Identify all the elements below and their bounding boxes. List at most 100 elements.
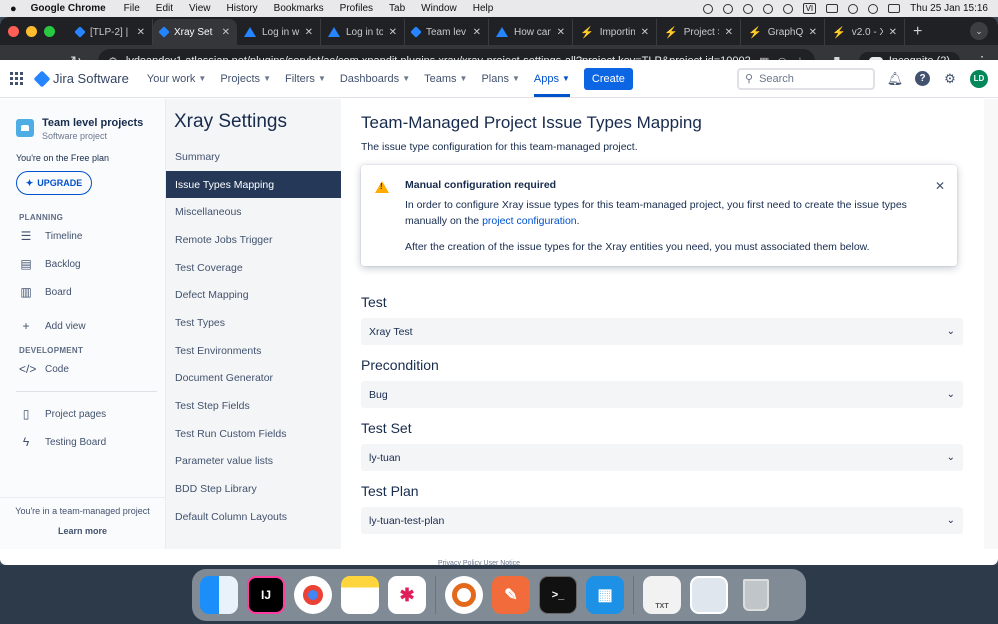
issue-type-select-test-set[interactable]: ly-tuan ⌄ xyxy=(361,444,963,471)
close-window-button[interactable] xyxy=(8,25,19,37)
help-icon[interactable]: ? xyxy=(915,71,930,86)
menu-file[interactable]: File xyxy=(124,3,140,14)
close-tab-icon[interactable]: ✕ xyxy=(725,27,733,38)
intellij-icon[interactable]: IJ xyxy=(247,576,285,614)
xray-nav-miscellaneous[interactable]: Miscellaneous xyxy=(166,198,341,226)
menu-edit[interactable]: Edit xyxy=(156,3,173,14)
nav-apps[interactable]: Apps ▼ xyxy=(533,73,570,97)
browser-tab[interactable]: How can ✕ xyxy=(489,19,573,45)
browser-tab-active[interactable]: Xray Set ✕ xyxy=(153,19,237,45)
browser-tab[interactable]: ⚡ Importin ✕ xyxy=(573,19,657,45)
fullscreen-window-button[interactable] xyxy=(44,25,55,37)
notes-icon[interactable] xyxy=(341,576,379,614)
remote-desktop-icon[interactable] xyxy=(445,576,483,614)
xray-nav-default-column-layouts[interactable]: Default Column Layouts xyxy=(166,503,341,531)
docker-icon[interactable]: ▦ xyxy=(586,576,624,614)
wifi-icon[interactable] xyxy=(848,3,859,14)
app-name-menu[interactable]: Google Chrome xyxy=(31,3,106,14)
create-button[interactable]: Create xyxy=(583,67,633,90)
close-tab-icon[interactable]: ✕ xyxy=(473,27,481,38)
settings-gear-icon[interactable]: ⚙ xyxy=(942,71,958,87)
xray-nav-defect-mapping[interactable]: Defect Mapping xyxy=(166,281,341,309)
close-tab-icon[interactable]: ✕ xyxy=(889,27,897,38)
sidebar-item-code[interactable]: </> Code xyxy=(19,355,165,383)
tab-search-chevron-icon[interactable]: ⌄ xyxy=(970,22,988,40)
sidebar-item-timeline[interactable]: ☰ Timeline xyxy=(19,222,165,250)
close-tab-icon[interactable]: ✕ xyxy=(389,27,397,38)
learn-more-link[interactable]: Learn more xyxy=(0,526,165,536)
issue-type-select-precondition[interactable]: Bug ⌄ xyxy=(361,381,963,408)
xray-nav-test-types[interactable]: Test Types xyxy=(166,309,341,337)
nav-dashboards[interactable]: Dashboards ▼ xyxy=(340,73,410,85)
battery-icon[interactable] xyxy=(826,4,839,13)
close-tab-icon[interactable]: ✕ xyxy=(222,27,230,38)
stats-status-icon[interactable] xyxy=(722,3,733,14)
input-source-indicator[interactable]: VI xyxy=(802,3,817,14)
upgrade-button[interactable]: ✦ UPGRADE xyxy=(16,171,92,195)
app-switcher-icon[interactable] xyxy=(10,71,24,86)
chrome-icon[interactable] xyxy=(294,576,332,614)
jira-logo[interactable]: Jira Software xyxy=(33,70,129,87)
menu-history[interactable]: History xyxy=(227,3,258,14)
screenshot-icon[interactable] xyxy=(690,576,728,614)
avatar[interactable]: LD xyxy=(970,69,988,88)
issue-type-select-test[interactable]: Xray Test ⌄ xyxy=(361,318,963,345)
sidebar-item-add-view[interactable]: + Add view xyxy=(19,312,165,340)
xray-nav-test-coverage[interactable]: Test Coverage xyxy=(166,254,341,282)
menu-view[interactable]: View xyxy=(189,3,211,14)
close-tab-icon[interactable]: ✕ xyxy=(137,27,145,38)
xray-nav-document-generator[interactable]: Document Generator xyxy=(166,365,341,393)
camera-status-icon[interactable] xyxy=(702,3,713,14)
browser-tab[interactable]: ⚡ Project S ✕ xyxy=(657,19,741,45)
xray-nav-issue-types-mapping[interactable]: Issue Types Mapping xyxy=(166,170,341,199)
terminal-icon[interactable]: >_ xyxy=(539,576,577,614)
new-tab-button[interactable]: + xyxy=(913,19,922,45)
headphones-status-icon[interactable] xyxy=(742,3,753,14)
close-tab-icon[interactable]: ✕ xyxy=(305,27,313,38)
onepassword-status-icon[interactable] xyxy=(782,3,793,14)
xray-nav-bdd-step-library[interactable]: BDD Step Library xyxy=(166,475,341,503)
finder-icon[interactable] xyxy=(200,576,238,614)
footer-links[interactable]: Privacy Policy User Notice xyxy=(341,549,984,567)
browser-tab[interactable]: Log in w ✕ xyxy=(237,19,321,45)
sidebar-item-backlog[interactable]: ▤ Backlog xyxy=(19,250,165,278)
trash-icon[interactable] xyxy=(737,576,775,614)
slack-icon[interactable]: ✱ xyxy=(388,576,426,614)
text-file-icon[interactable]: TXT xyxy=(643,576,681,614)
minimize-window-button[interactable] xyxy=(26,25,37,37)
sidebar-item-project-pages[interactable]: ▯ Project pages xyxy=(19,400,165,428)
nav-filters[interactable]: Filters ▼ xyxy=(285,73,326,85)
close-tab-icon[interactable]: ✕ xyxy=(641,27,649,38)
apple-menu-icon[interactable]: ● xyxy=(10,3,17,15)
xray-nav-parameter-value-lists[interactable]: Parameter value lists xyxy=(166,448,341,476)
menu-bookmarks[interactable]: Bookmarks xyxy=(274,3,324,14)
browser-tab[interactable]: Log in to ✕ xyxy=(321,19,405,45)
page-scrollbar[interactable] xyxy=(984,99,998,549)
nav-your-work[interactable]: Your work ▼ xyxy=(147,73,206,85)
control-center-icon[interactable] xyxy=(888,4,901,13)
xray-nav-remote-jobs-trigger[interactable]: Remote Jobs Trigger xyxy=(166,226,341,254)
issue-type-select-test-plan[interactable]: ly-tuan-test-plan ⌄ xyxy=(361,507,963,534)
nav-teams[interactable]: Teams ▼ xyxy=(424,73,467,85)
browser-tab[interactable]: [TLP-2] | ✕ xyxy=(69,19,153,45)
vpn-status-icon[interactable] xyxy=(762,3,773,14)
menu-window[interactable]: Window xyxy=(421,3,457,14)
browser-tab[interactable]: Team lev ✕ xyxy=(405,19,489,45)
menu-tab[interactable]: Tab xyxy=(389,3,405,14)
notifications-icon[interactable]: 🔔︎ xyxy=(887,71,904,87)
menu-help[interactable]: Help xyxy=(473,3,494,14)
menu-profiles[interactable]: Profiles xyxy=(340,3,373,14)
search-spotlight-icon[interactable] xyxy=(868,3,879,14)
close-tab-icon[interactable]: ✕ xyxy=(557,27,565,38)
xray-nav-summary[interactable]: Summary xyxy=(166,143,341,171)
search-input[interactable]: ⚲ Search xyxy=(737,67,875,90)
project-header[interactable]: Team level projects Software project xyxy=(16,117,165,141)
postman-icon[interactable]: ✎ xyxy=(492,576,530,614)
xray-nav-test-step-fields[interactable]: Test Step Fields xyxy=(166,392,341,420)
project-configuration-link[interactable]: project configuration xyxy=(482,215,577,227)
xray-nav-test-run-custom-fields[interactable]: Test Run Custom Fields xyxy=(166,420,341,448)
nav-plans[interactable]: Plans ▼ xyxy=(481,73,519,85)
close-tab-icon[interactable]: ✕ xyxy=(809,27,817,38)
xray-nav-test-environments[interactable]: Test Environments xyxy=(166,337,341,365)
browser-tab[interactable]: ⚡ v2.0 - X ✕ xyxy=(825,19,905,45)
